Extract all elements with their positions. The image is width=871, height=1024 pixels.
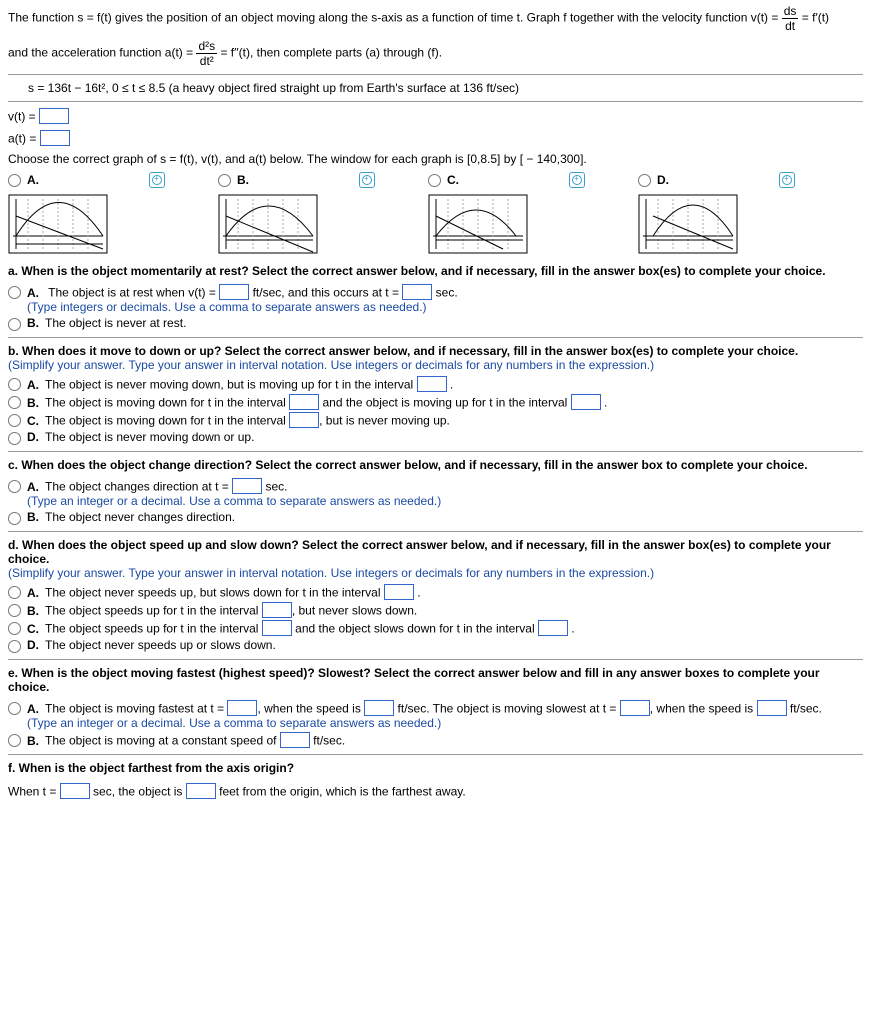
radio-qd-b[interactable] — [8, 604, 21, 617]
qa-a-text2: ft/sec, and this occurs at t = — [253, 286, 399, 300]
graph-option-c: C. — [428, 172, 638, 254]
divider — [8, 451, 863, 452]
graph-a-svg — [8, 194, 108, 254]
zoom-icon[interactable] — [779, 172, 795, 188]
at-input[interactable] — [40, 130, 70, 146]
qc-prompt: c. When does the object change direction… — [8, 458, 863, 472]
qf-line: When t = sec, the object is feet from th… — [8, 783, 863, 799]
qa-a-input2[interactable] — [402, 284, 432, 300]
qf-input1[interactable] — [60, 783, 90, 799]
zoom-icon[interactable] — [569, 172, 585, 188]
intro-text-1: The function s = f(t) gives the position… — [8, 11, 782, 25]
graph-option-d: D. — [638, 172, 848, 254]
radio-qc-a[interactable] — [8, 480, 21, 493]
radio-graph-d[interactable] — [638, 174, 651, 187]
qb-b-input1[interactable] — [289, 394, 319, 410]
graph-d-svg — [638, 194, 738, 254]
graph-option-a: A. — [8, 172, 218, 254]
qa-a-input1[interactable] — [219, 284, 249, 300]
divider — [8, 74, 863, 75]
qe-a-input3[interactable] — [620, 700, 650, 716]
divider — [8, 754, 863, 755]
graph-a-label: A. — [27, 173, 39, 187]
qa-b-text: The object is never at rest. — [45, 316, 186, 330]
equation-line: s = 136t − 16t², 0 ≤ t ≤ 8.5 (a heavy ob… — [28, 81, 863, 95]
graph-option-b: B. — [218, 172, 428, 254]
fraction-d2sdt2: d²sdt² — [196, 39, 217, 68]
radio-qc-b[interactable] — [8, 512, 21, 525]
intro-text-2b: = f′′(t), then complete parts (a) throug… — [220, 46, 442, 60]
qe-a-input2[interactable] — [364, 700, 394, 716]
zoom-icon[interactable] — [149, 172, 165, 188]
qa-option-b: B.The object is never at rest. — [8, 316, 863, 331]
radio-graph-c[interactable] — [428, 174, 441, 187]
vt-label: v(t) = — [8, 110, 36, 124]
radio-qe-a[interactable] — [8, 702, 21, 715]
divider — [8, 659, 863, 660]
qf-prompt: f. When is the object farthest from the … — [8, 761, 863, 775]
qa-a-note: (Type integers or decimals. Use a comma … — [27, 300, 458, 314]
at-label: a(t) = — [8, 132, 36, 146]
qb-note: (Simplify your answer. Type your answer … — [8, 358, 863, 372]
graph-options-row: A. B. C. — [8, 172, 863, 254]
qe-a-input1[interactable] — [227, 700, 257, 716]
radio-qa-a[interactable] — [8, 286, 21, 299]
zoom-icon[interactable] — [359, 172, 375, 188]
qd-c-input1[interactable] — [262, 620, 292, 636]
graph-c-label: C. — [447, 173, 459, 187]
radio-qd-a[interactable] — [8, 586, 21, 599]
radio-qb-c[interactable] — [8, 414, 21, 427]
qb-c-input[interactable] — [289, 412, 319, 428]
qe-prompt: e. When is the object moving fastest (hi… — [8, 666, 863, 694]
qa-a-text3: sec. — [436, 286, 458, 300]
radio-qd-d[interactable] — [8, 640, 21, 653]
graph-b-label: B. — [237, 173, 249, 187]
radio-qa-b[interactable] — [8, 318, 21, 331]
qd-c-input2[interactable] — [538, 620, 568, 636]
qe-b-input[interactable] — [280, 732, 310, 748]
intro-text-2a: and the acceleration function a(t) = — [8, 46, 196, 60]
graph-b-svg — [218, 194, 318, 254]
intro-text-1b: = f′(t) — [802, 11, 829, 25]
vt-input[interactable] — [39, 108, 69, 124]
qb-b-input2[interactable] — [571, 394, 601, 410]
radio-qb-b[interactable] — [8, 396, 21, 409]
choose-graph-prompt: Choose the correct graph of s = f(t), v(… — [8, 152, 863, 166]
qc-a-input[interactable] — [232, 478, 262, 494]
qb-a-input[interactable] — [417, 376, 447, 392]
radio-graph-a[interactable] — [8, 174, 21, 187]
radio-qb-a[interactable] — [8, 378, 21, 391]
qd-a-input[interactable] — [384, 584, 414, 600]
radio-qd-c[interactable] — [8, 622, 21, 635]
at-row: a(t) = — [8, 130, 863, 146]
graph-d-label: D. — [657, 173, 669, 187]
qe-a-input4[interactable] — [757, 700, 787, 716]
vt-row: v(t) = — [8, 108, 863, 124]
divider — [8, 531, 863, 532]
fraction-dsdt: dsdt — [782, 4, 799, 33]
qa-a-text1: The object is at rest when v(t) = — [48, 286, 216, 300]
qd-b-input[interactable] — [262, 602, 292, 618]
divider — [8, 101, 863, 102]
qa-option-a: A. The object is at rest when v(t) = ft/… — [8, 284, 863, 314]
qf-input2[interactable] — [186, 783, 216, 799]
qd-prompt: d. When does the object speed up and slo… — [8, 538, 863, 566]
qb-prompt: b. When does it move to down or up? Sele… — [8, 344, 863, 358]
radio-graph-b[interactable] — [218, 174, 231, 187]
problem-intro: The function s = f(t) gives the position… — [8, 4, 863, 68]
radio-qe-b[interactable] — [8, 734, 21, 747]
graph-c-svg — [428, 194, 528, 254]
radio-qb-d[interactable] — [8, 432, 21, 445]
qa-prompt: a. When is the object momentarily at res… — [8, 264, 863, 278]
divider — [8, 337, 863, 338]
